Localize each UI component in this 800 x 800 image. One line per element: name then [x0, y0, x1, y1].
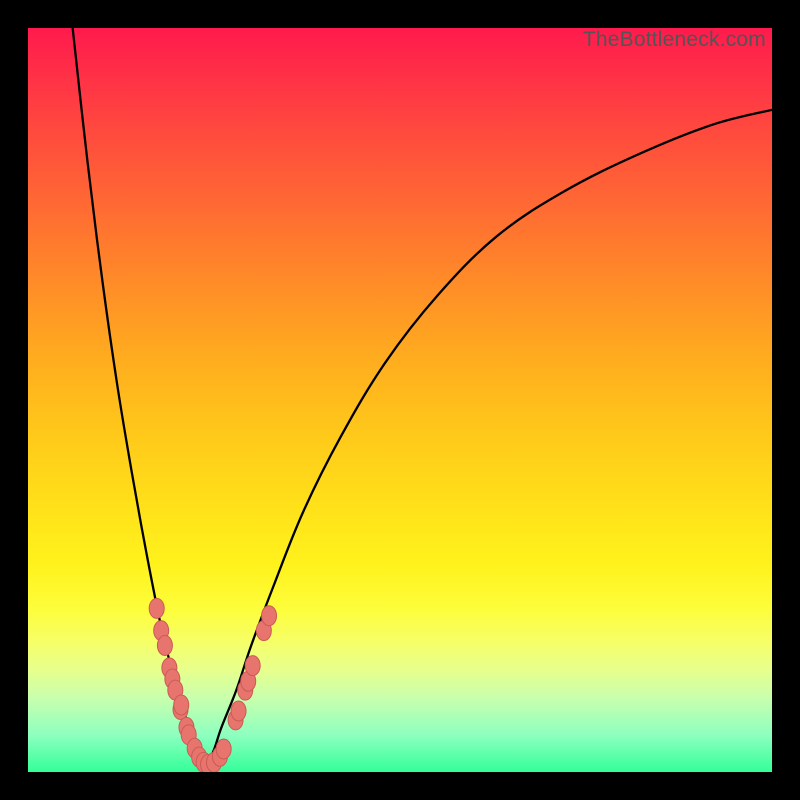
- data-marker: [174, 695, 189, 715]
- chart-svg: [28, 28, 772, 772]
- data-marker: [216, 739, 231, 759]
- bottleneck-curve-right: [207, 110, 772, 765]
- data-marker: [149, 598, 164, 618]
- data-marker: [262, 606, 277, 626]
- marker-group: [149, 598, 276, 772]
- data-marker: [157, 636, 172, 656]
- data-marker: [245, 656, 260, 676]
- curve-group: [73, 28, 772, 765]
- plot-area: TheBottleneck.com: [28, 28, 772, 772]
- bottleneck-curve-left: [73, 28, 207, 765]
- data-marker: [231, 701, 246, 721]
- chart-frame: TheBottleneck.com: [0, 0, 800, 800]
